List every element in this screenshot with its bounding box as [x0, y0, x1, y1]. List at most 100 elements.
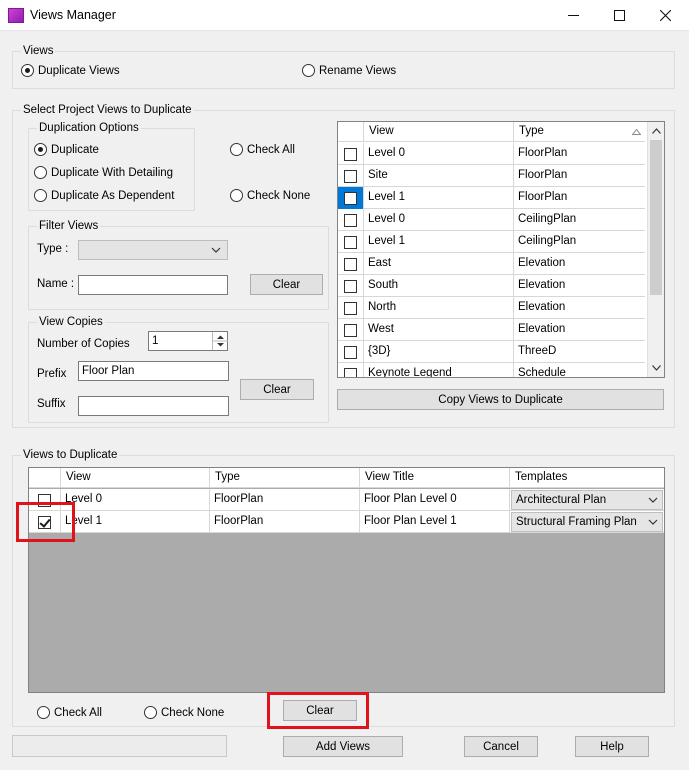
duplicate-radio[interactable]: Duplicate: [34, 143, 99, 156]
row-checkbox-cell[interactable]: [338, 275, 364, 297]
template-dropdown[interactable]: Structural Framing Plan: [511, 512, 663, 532]
spinner-arrows-icon: [213, 335, 228, 347]
row-checkbox-cell[interactable]: [338, 297, 364, 319]
copy-views-button[interactable]: Copy Views to Duplicate: [337, 389, 664, 410]
name-input[interactable]: [78, 275, 228, 295]
template-dropdown[interactable]: Architectural Plan: [511, 490, 663, 510]
view-cell: West: [364, 319, 514, 341]
column-header-view[interactable]: View: [364, 122, 514, 142]
column-header-view-title[interactable]: View Title: [360, 468, 510, 488]
column-header-type[interactable]: Type: [514, 122, 645, 142]
rename-views-radio[interactable]: Rename Views: [302, 64, 396, 77]
column-header-view[interactable]: View: [61, 468, 210, 488]
cancel-button[interactable]: Cancel: [464, 736, 538, 757]
filter-clear-button[interactable]: Clear: [250, 274, 323, 295]
type-cell: FloorPlan: [210, 511, 360, 533]
table-row[interactable]: Level 0 FloorPlan Floor Plan Level 0 Archit…: [29, 489, 664, 511]
table-row[interactable]: Level 1 FloorPlan: [338, 187, 645, 209]
copies-clear-button[interactable]: Clear: [240, 379, 314, 400]
table-header: View Type: [338, 122, 645, 142]
maximize-button[interactable]: [596, 0, 642, 31]
table-row[interactable]: Level 1 CeilingPlan: [338, 231, 645, 253]
row-checkbox[interactable]: [344, 323, 357, 337]
duplicate-with-detailing-radio[interactable]: Duplicate With Detailing: [34, 166, 173, 179]
table-row[interactable]: Site FloorPlan: [338, 165, 645, 187]
select-views-group-title: Select Project Views to Duplicate: [21, 103, 194, 117]
table-row[interactable]: Level 1 FloorPlan Floor Plan Level 1 Struct…: [29, 511, 664, 533]
table-row[interactable]: Level 0 CeilingPlan: [338, 209, 645, 231]
row-checkbox-cell[interactable]: [338, 363, 364, 377]
table-row[interactable]: East Elevation: [338, 253, 645, 275]
radio-indicator: [37, 706, 50, 719]
minimize-button[interactable]: [550, 0, 596, 31]
dup-check-none-radio[interactable]: Check None: [144, 706, 224, 719]
radio-indicator: [230, 143, 243, 156]
type-dropdown[interactable]: [78, 240, 228, 260]
row-checkbox[interactable]: [344, 301, 357, 315]
row-checkbox[interactable]: [344, 235, 357, 249]
type-cell: Elevation: [518, 301, 566, 313]
column-header-type[interactable]: Type: [210, 468, 360, 488]
table-row[interactable]: Keynote Legend Schedule: [338, 363, 645, 377]
row-checkbox[interactable]: [344, 345, 357, 359]
radio-indicator: [144, 706, 157, 719]
chevron-down-icon: [211, 247, 221, 253]
close-button[interactable]: [642, 0, 688, 31]
name-label: Name :: [37, 278, 75, 290]
type-cell: Elevation: [518, 257, 566, 269]
row-checkbox-cell[interactable]: [338, 143, 364, 165]
row-checkbox-cell[interactable]: [338, 187, 364, 209]
table-row[interactable]: Level 0 FloorPlan: [338, 143, 645, 165]
view-cell: South: [364, 275, 514, 297]
project-views-table: View Type Level 0 FloorPlan Site FloorPlan L…: [337, 121, 665, 378]
template-value: Structural Framing Plan: [516, 516, 637, 528]
row-checkbox[interactable]: [344, 257, 357, 271]
row-checkbox-cell[interactable]: [338, 165, 364, 187]
add-views-button[interactable]: Add Views: [283, 736, 403, 757]
row-checkbox[interactable]: [344, 147, 357, 161]
spinner-buttons[interactable]: [212, 332, 228, 350]
duplicate-views-radio[interactable]: Duplicate Views: [21, 64, 120, 77]
template-cell: Architectural Plan: [510, 489, 664, 511]
duplicate-table-header: View Type View Title Templates: [29, 468, 664, 488]
suffix-label: Suffix: [37, 398, 66, 410]
type-cell: CeilingPlan: [518, 213, 577, 225]
column-header-type-label: Type: [519, 125, 544, 137]
check-all-radio[interactable]: Check All: [230, 143, 295, 156]
template-cell: Structural Framing Plan: [510, 511, 664, 533]
row-checkbox[interactable]: [344, 213, 357, 227]
table-body: Level 0 FloorPlan Site FloorPlan Level 1 Floo…: [338, 143, 645, 377]
row-checkbox-cell[interactable]: [338, 341, 364, 363]
window-title: Views Manager: [30, 8, 116, 22]
scrollbar-thumb[interactable]: [650, 140, 662, 295]
table-row[interactable]: South Elevation: [338, 275, 645, 297]
help-button[interactable]: Help: [575, 736, 649, 757]
row-checkbox[interactable]: [344, 279, 357, 293]
table-scrollbar[interactable]: [647, 122, 664, 377]
radio-indicator: [34, 143, 47, 156]
prefix-input[interactable]: Floor Plan: [78, 361, 229, 381]
duplicate-as-dependent-radio[interactable]: Duplicate As Dependent: [34, 189, 174, 202]
duplication-options-title: Duplication Options: [37, 121, 141, 135]
table-row[interactable]: North Elevation: [338, 297, 645, 319]
row-checkbox-cell[interactable]: [338, 231, 364, 253]
suffix-input[interactable]: [78, 396, 229, 416]
view-cell: Level 0: [61, 489, 210, 511]
column-header-templates[interactable]: Templates: [510, 468, 664, 488]
row-checkbox[interactable]: [344, 367, 357, 377]
row-checkbox-cell[interactable]: [338, 253, 364, 275]
highlight-clear-button: [267, 692, 369, 729]
check-none-radio[interactable]: Check None: [230, 189, 310, 202]
table-row[interactable]: West Elevation: [338, 319, 645, 341]
row-checkbox-cell[interactable]: [338, 319, 364, 341]
radio-indicator: [302, 64, 315, 77]
header-checkbox-column: [29, 468, 61, 488]
row-checkbox-cell[interactable]: [338, 209, 364, 231]
table-row[interactable]: {3D} ThreeD: [338, 341, 645, 363]
views-group-title: Views: [21, 44, 56, 58]
rename-views-label: Rename Views: [319, 64, 397, 77]
row-checkbox[interactable]: [344, 191, 357, 205]
radio-indicator: [34, 166, 47, 179]
dup-check-all-radio[interactable]: Check All: [37, 706, 102, 719]
row-checkbox[interactable]: [344, 169, 357, 183]
